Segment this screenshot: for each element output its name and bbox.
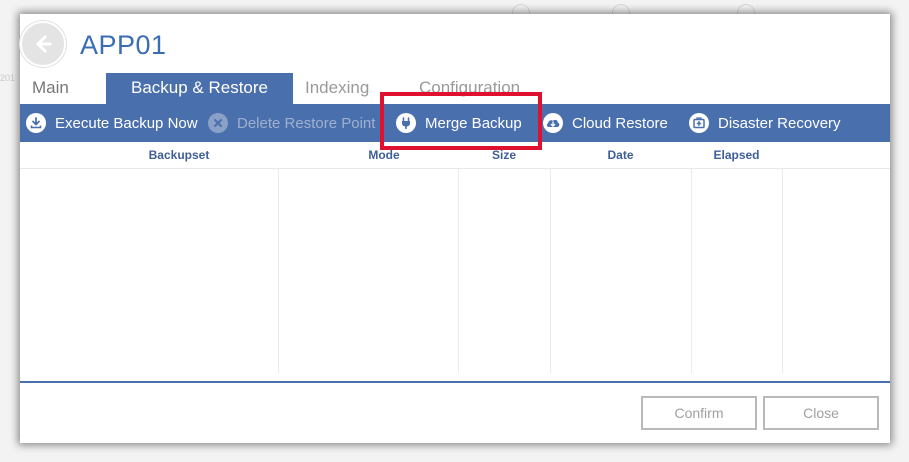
backup-table: Backupset Mode Size Date Elapsed xyxy=(20,142,890,373)
backup-dialog: APP01 Main Backup & Restore Indexing Con… xyxy=(20,14,890,443)
toolbar: Execute Backup Now Delete Restore Point … xyxy=(20,104,890,142)
close-button[interactable]: Close xyxy=(763,396,879,430)
close-circle-icon xyxy=(208,113,228,133)
tab-configuration[interactable]: Configuration xyxy=(407,73,532,104)
tab-main[interactable]: Main xyxy=(20,73,81,104)
column-header-elapsed[interactable]: Elapsed xyxy=(691,142,782,169)
disaster-recovery-label: Disaster Recovery xyxy=(718,114,841,132)
delete-restore-point-label: Delete Restore Point xyxy=(237,114,376,132)
column-divider xyxy=(691,169,692,373)
column-divider xyxy=(458,169,459,373)
cloud-download-icon xyxy=(543,113,563,133)
cloud-restore-label: Cloud Restore xyxy=(572,114,668,132)
dialog-title: APP01 xyxy=(80,30,167,60)
download-icon xyxy=(26,113,46,133)
column-divider xyxy=(782,169,783,373)
tab-indexing[interactable]: Indexing xyxy=(293,73,381,104)
confirm-button[interactable]: Confirm xyxy=(641,396,757,430)
footer-divider xyxy=(20,381,890,383)
merge-backup-label: Merge Backup xyxy=(425,114,522,132)
execute-backup-now-label: Execute Backup Now xyxy=(55,114,198,132)
delete-restore-point-button[interactable]: Delete Restore Point xyxy=(208,104,375,142)
column-divider xyxy=(278,169,279,373)
column-divider xyxy=(550,169,551,373)
column-header-date[interactable]: Date xyxy=(550,142,691,169)
cloud-restore-button[interactable]: Cloud Restore xyxy=(543,104,668,142)
back-button[interactable] xyxy=(20,21,66,67)
table-header: Backupset Mode Size Date Elapsed xyxy=(20,142,890,169)
tab-backup-restore[interactable]: Backup & Restore xyxy=(106,73,293,104)
tab-bar: Main Backup & Restore Indexing Configura… xyxy=(20,73,890,104)
background-text: 201 xyxy=(0,73,16,83)
arrow-left-icon xyxy=(36,35,52,53)
plug-icon xyxy=(396,113,416,133)
first-aid-icon xyxy=(689,113,709,133)
merge-backup-button[interactable]: Merge Backup xyxy=(396,104,522,142)
execute-backup-now-button[interactable]: Execute Backup Now xyxy=(26,104,198,142)
disaster-recovery-button[interactable]: Disaster Recovery xyxy=(689,104,841,142)
column-header-size[interactable]: Size xyxy=(458,142,550,169)
